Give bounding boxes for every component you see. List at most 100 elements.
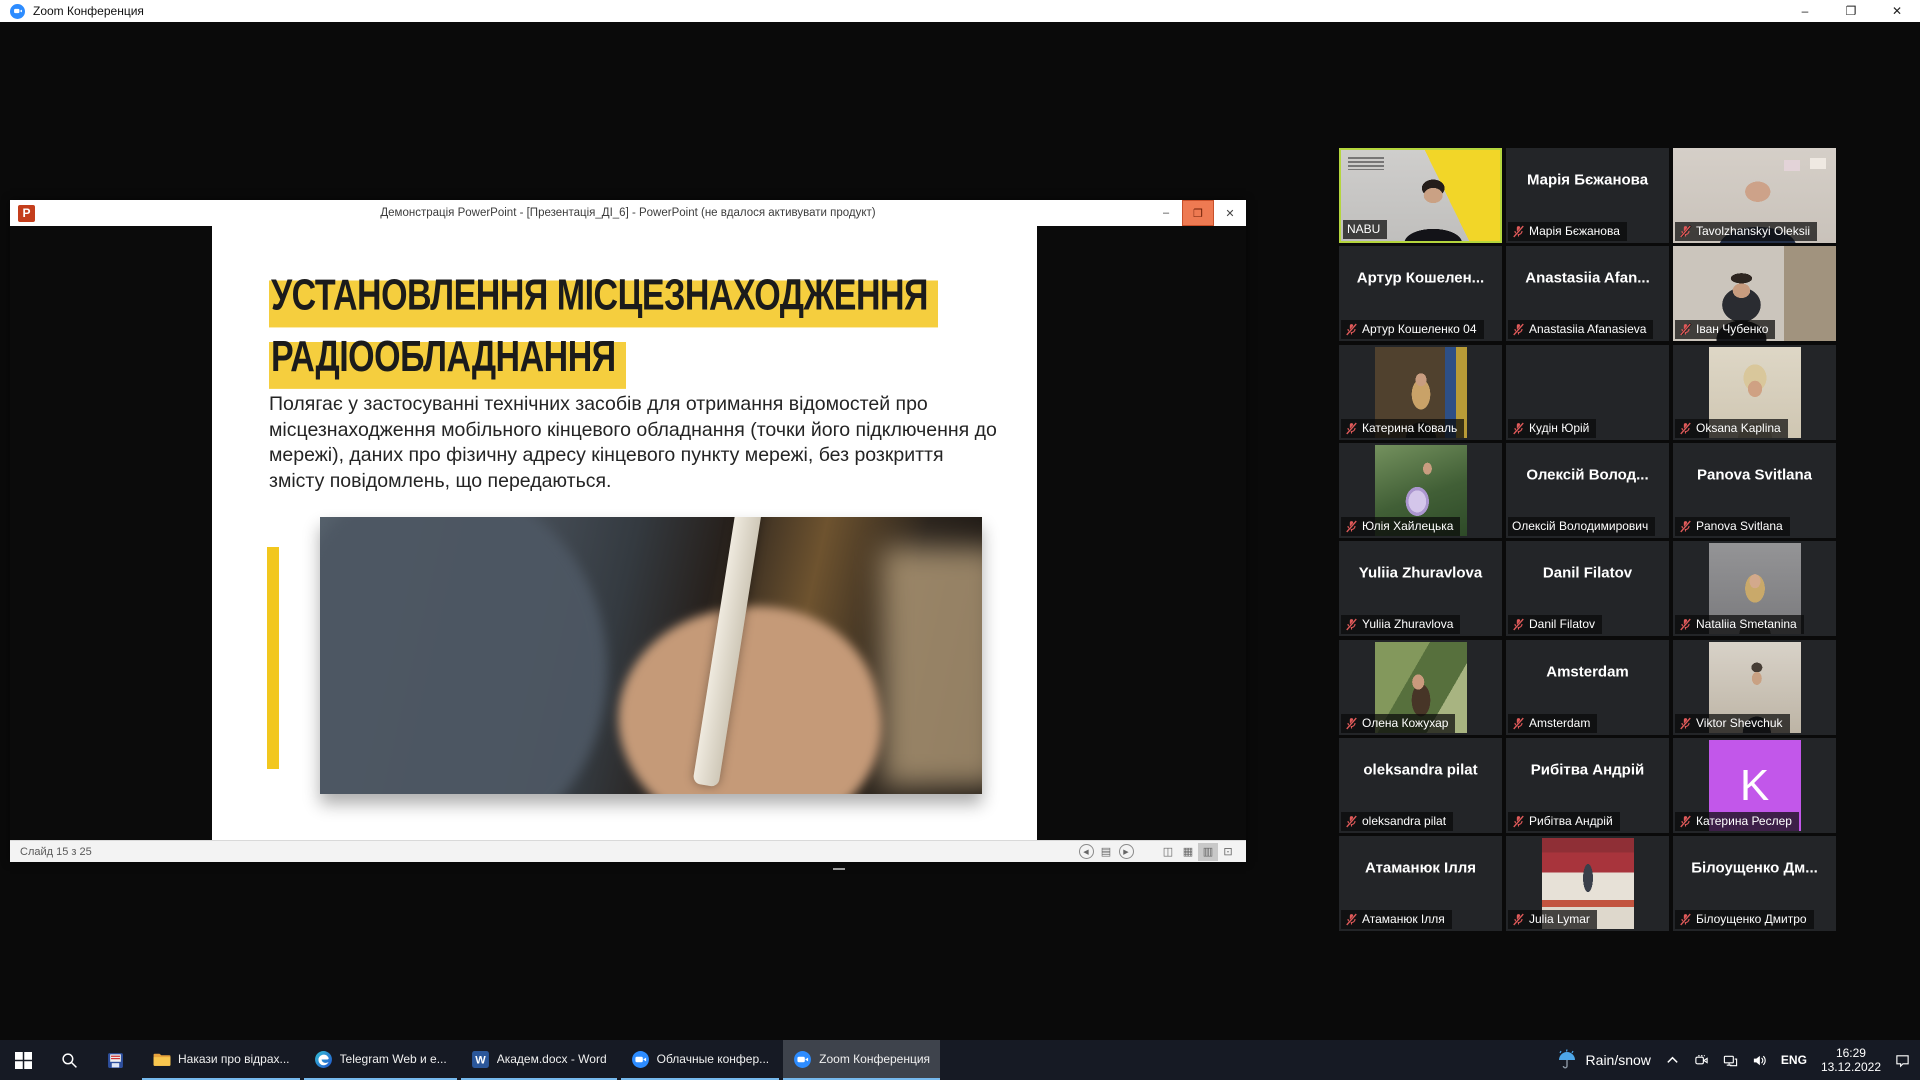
participant-tile[interactable]: Юлія Хайлецька <box>1339 443 1502 538</box>
participant-name-tag: Anastasiia Afanasieva <box>1508 320 1653 339</box>
taskbar-app-folder-0[interactable]: Накази про відрах... <box>142 1040 300 1080</box>
participant-name-tag: oleksandra pilat <box>1341 812 1453 831</box>
previous-slide-button[interactable]: ◀ <box>1076 843 1096 861</box>
taskbar-app-zoom-4[interactable]: Zoom Конференция <box>783 1040 940 1080</box>
participant-tile[interactable]: Рибітва АндрійРибітва Андрій <box>1506 738 1669 833</box>
ppt-close-button[interactable]: ✕ <box>1214 200 1246 226</box>
pen-menu-button[interactable]: ▤ <box>1096 843 1116 861</box>
participant-name-tag: Білоущенко Дмитро <box>1675 910 1814 929</box>
speaker-icon[interactable] <box>1752 1053 1767 1068</box>
participant-name-label: Yuliia Zhuravlova <box>1362 617 1453 631</box>
participant-tile[interactable]: Danil FilatovDanil Filatov <box>1506 541 1669 636</box>
participant-tile[interactable]: NABU <box>1339 148 1502 243</box>
participant-tile[interactable]: Артур Кошелен... Артур Кошеленко 04 <box>1339 246 1502 341</box>
view-slideshow-button[interactable]: ⊡ <box>1218 843 1238 861</box>
participant-tile[interactable]: Кудін Юрій <box>1506 345 1669 440</box>
participant-name-label: Panova Svitlana <box>1696 519 1783 533</box>
participant-name-label: Viktor Shevchuk <box>1696 716 1783 730</box>
participant-name-label: Білоущенко Дмитро <box>1696 912 1807 926</box>
participant-tile[interactable]: Атаманюк ІлляАтаманюк Ілля <box>1339 836 1502 931</box>
action-center-icon[interactable] <box>1895 1053 1910 1068</box>
participant-tile[interactable]: Tavolzhanskyi Oleksii <box>1673 148 1836 243</box>
zoom-logo-icon <box>10 4 25 19</box>
participant-name-tag: Олексій Володимирович <box>1508 517 1655 536</box>
keyboard-language[interactable]: ENG <box>1781 1053 1807 1067</box>
participant-tile[interactable]: KКатерина Реслер <box>1673 738 1836 833</box>
participant-name-tag: Danil Filatov <box>1508 615 1602 634</box>
participant-display-name: Рибітва Андрій <box>1510 762 1665 779</box>
taskbar-app-word-2[interactable]: WАкадем.docx - Word <box>461 1040 617 1080</box>
tray-expand-chevron-icon[interactable] <box>1665 1053 1680 1068</box>
participant-tile[interactable]: oleksandra pilatoleksandra pilat <box>1339 738 1502 833</box>
slide-photo-hand-with-phone <box>320 517 982 794</box>
participant-tile[interactable]: Олексій Волод...Олексій Володимирович <box>1506 443 1669 538</box>
tray-date: 13.12.2022 <box>1821 1060 1881 1074</box>
participant-name-label: Кудін Юрій <box>1529 421 1589 435</box>
participant-tile[interactable]: Anastasiia Afan...Anastasiia Afanasieva <box>1506 246 1669 341</box>
photo-light-shape <box>882 547 982 787</box>
participant-tile[interactable]: Julia Lymar <box>1506 836 1669 931</box>
view-slide-sorter-button[interactable]: ▦ <box>1178 843 1198 861</box>
participant-display-name: Артур Кошелен... <box>1343 270 1498 287</box>
muted-mic-icon <box>1345 618 1358 631</box>
meet-now-camera-icon[interactable] <box>1694 1053 1709 1068</box>
taskbar-app-label: Облачные конфер... <box>657 1052 770 1066</box>
taskbar-app-label: Академ.docx - Word <box>497 1052 607 1066</box>
participant-name-label: Катерина Реслер <box>1696 814 1792 828</box>
participant-tile[interactable]: Катерина Коваль <box>1339 345 1502 440</box>
participant-display-name: Amsterdam <box>1510 664 1665 681</box>
slide-title-line1: УСТАНОВЛЕННЯ МІСЦЕЗНАХОДЖЕННЯ <box>269 266 938 327</box>
participant-tile[interactable]: AmsterdamAmsterdam <box>1506 640 1669 735</box>
restore-button[interactable]: ❐ <box>1828 0 1874 22</box>
participant-name-label: Anastasiia Afanasieva <box>1529 322 1646 336</box>
ppt-restore-button[interactable]: ❐ <box>1182 200 1214 226</box>
view-reading-button[interactable]: ▥ <box>1198 843 1218 861</box>
participant-name-label: Артур Кошеленко 04 <box>1362 322 1477 336</box>
network-icon[interactable] <box>1723 1053 1738 1068</box>
start-button[interactable] <box>0 1040 46 1080</box>
participant-name-label: oleksandra pilat <box>1362 814 1446 828</box>
taskbar-app-label: Telegram Web и е... <box>340 1052 447 1066</box>
participant-tile[interactable]: Іван Чубенко <box>1673 246 1836 341</box>
participant-tile[interactable]: Nataliia Smetanina <box>1673 541 1836 636</box>
view-normal-glyph: ◫ <box>1163 845 1173 858</box>
muted-mic-icon <box>1679 717 1692 730</box>
muted-mic-icon <box>1679 520 1692 533</box>
view-normal-button[interactable]: ◫ <box>1158 843 1178 861</box>
participant-name-tag: Артур Кошеленко 04 <box>1341 320 1484 339</box>
taskbar-app-edge-1[interactable]: Telegram Web и е... <box>304 1040 457 1080</box>
participant-tile[interactable]: Марія БєжановаМарія Бєжанова <box>1506 148 1669 243</box>
participant-name-label: Катерина Коваль <box>1362 421 1457 435</box>
participant-tile[interactable]: Білоущенко Дм...Білоущенко Дмитро <box>1673 836 1836 931</box>
next-slide-button[interactable]: ▶ <box>1116 843 1136 861</box>
statusbar-buttons: ◀▤▶ ◫ ▦▥⊡ <box>1076 843 1238 861</box>
participant-tile[interactable]: Yuliia Zhuravlova Yuliia Zhuravlova <box>1339 541 1502 636</box>
windows-taskbar: Накази про відрах... Telegram Web и е... W… <box>0 1040 1920 1080</box>
participant-name-label: NABU <box>1347 222 1380 236</box>
participant-tile[interactable]: Panova SvitlanaPanova Svitlana <box>1673 443 1836 538</box>
muted-mic-icon <box>1512 717 1525 730</box>
medoc-floppy-app-icon[interactable] <box>92 1040 138 1080</box>
participant-display-name: Yuliia Zhuravlova <box>1343 565 1498 582</box>
participant-name-label: Юлія Хайлецька <box>1362 519 1453 533</box>
powerpoint-title: Демонстрація PowerPoint - [Презентація_Д… <box>10 207 1246 219</box>
muted-mic-icon <box>1512 422 1525 435</box>
participant-name-tag: Oksana Kaplina <box>1675 419 1788 438</box>
participant-name-tag: Viktor Shevchuk <box>1675 714 1790 733</box>
participant-tile[interactable]: Viktor Shevchuk <box>1673 640 1836 735</box>
ppt-minimize-button[interactable]: – <box>1150 200 1182 226</box>
taskbar-apps: Накази про відрах... Telegram Web и е... W… <box>138 1040 940 1080</box>
muted-mic-icon <box>1345 913 1358 926</box>
search-icon[interactable] <box>46 1040 92 1080</box>
taskbar-app-zoom-3[interactable]: Облачные конфер... <box>621 1040 780 1080</box>
close-button[interactable]: ✕ <box>1874 0 1920 22</box>
participant-tile[interactable]: Олена Кожухар <box>1339 640 1502 735</box>
weather-widget[interactable]: Rain/snow <box>1556 1049 1651 1071</box>
minimize-button[interactable]: – <box>1782 0 1828 22</box>
clock[interactable]: 16:29 13.12.2022 <box>1821 1046 1881 1074</box>
participant-tile[interactable]: Oksana Kaplina <box>1673 345 1836 440</box>
photo-arm-shape <box>320 517 658 794</box>
presentation-canvas: УСТАНОВЛЕННЯ МІСЦЕЗНАХОДЖЕННЯ РАДІООБЛАД… <box>10 226 1246 840</box>
participant-name-label: Oksana Kaplina <box>1696 421 1781 435</box>
muted-mic-icon <box>1345 717 1358 730</box>
